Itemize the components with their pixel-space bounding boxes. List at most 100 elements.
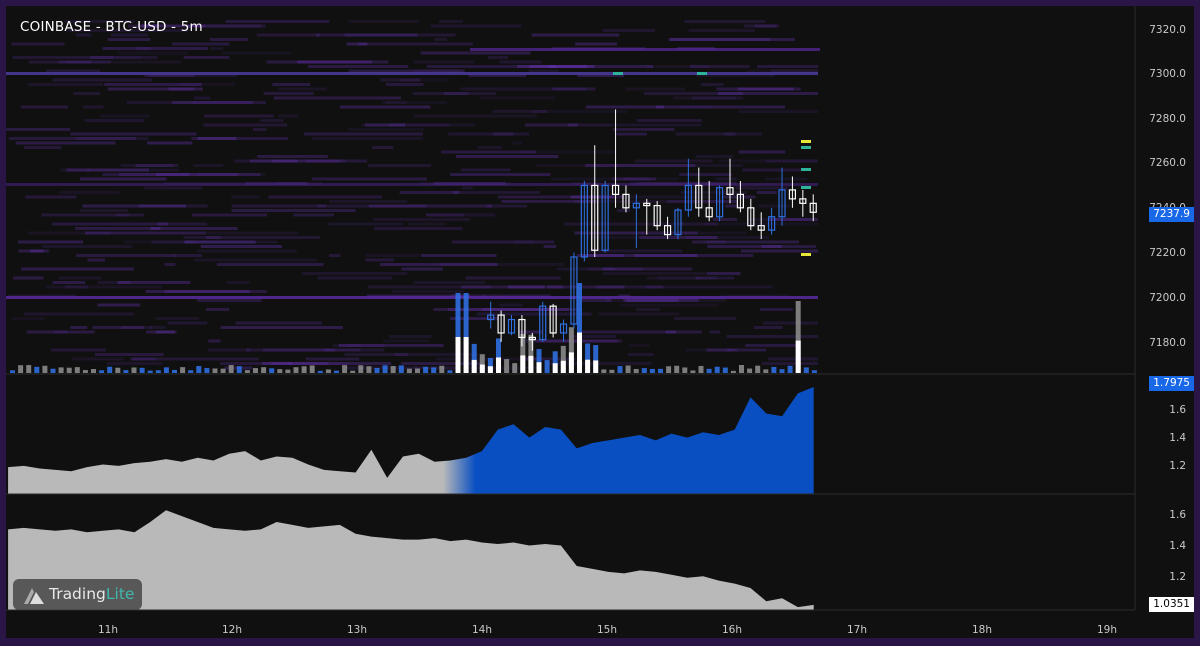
heat-cell xyxy=(205,231,299,235)
heat-cell xyxy=(487,56,509,59)
volume-bar xyxy=(74,367,80,373)
ind1-tick: 1.2 xyxy=(1169,460,1186,472)
heat-cell xyxy=(305,357,360,361)
heat-cell xyxy=(389,123,450,127)
heat-cell xyxy=(79,209,129,212)
heat-cell xyxy=(207,348,251,352)
heat-cell xyxy=(367,285,492,289)
volume-bar xyxy=(285,369,291,373)
volume-bar xyxy=(722,367,728,373)
heat-cell xyxy=(426,65,556,68)
volume-bar xyxy=(382,365,388,373)
heat-cell xyxy=(552,87,596,91)
heat-cell xyxy=(646,285,773,289)
heat-cell xyxy=(706,272,741,275)
heat-cell xyxy=(507,285,545,289)
volume-bar-white xyxy=(471,359,477,373)
heat-cell xyxy=(144,186,203,190)
heat-cell xyxy=(231,204,327,208)
volume-bar xyxy=(334,370,339,373)
heat-cell xyxy=(107,38,151,41)
heat-cell xyxy=(23,312,134,316)
heat-cell xyxy=(70,132,197,136)
volume-bar xyxy=(439,365,445,373)
heat-cell xyxy=(616,132,647,136)
volume-bar xyxy=(706,368,712,373)
volume-bar xyxy=(390,366,396,373)
volume-bar xyxy=(123,370,129,373)
heat-cell xyxy=(82,105,104,109)
price-tick: 7280.0 xyxy=(1149,113,1186,125)
heat-cell xyxy=(373,218,471,221)
volume-bar xyxy=(82,370,88,373)
heat-cell xyxy=(203,123,288,127)
heat-cell xyxy=(348,20,419,23)
heat-cell xyxy=(438,20,463,23)
volume-bar xyxy=(633,368,639,373)
heat-cell xyxy=(84,231,206,235)
heat-cell xyxy=(769,218,818,221)
heat-cell xyxy=(450,173,551,176)
heat-cell xyxy=(575,42,618,46)
heat-cell xyxy=(272,159,368,163)
time-tick: 16h xyxy=(721,624,743,636)
heat-cell xyxy=(380,263,498,266)
heat-cell xyxy=(740,249,818,253)
volume-bar xyxy=(50,368,56,373)
volume-bar xyxy=(269,368,275,373)
heat-cell xyxy=(102,47,208,50)
heat-cell xyxy=(107,362,163,365)
heat-cell xyxy=(278,114,299,118)
heat-cell xyxy=(344,353,409,356)
heat-cell xyxy=(58,276,102,280)
liquidity-marker xyxy=(801,140,811,143)
heat-cell xyxy=(95,353,164,356)
heat-cell xyxy=(655,105,786,109)
volume-bar xyxy=(698,365,704,373)
chart-canvas[interactable] xyxy=(0,0,1200,646)
price-tick: 7300.0 xyxy=(1149,68,1186,80)
heat-cell xyxy=(221,51,291,55)
heat-cell xyxy=(327,222,403,226)
heat-cell xyxy=(50,348,106,352)
heat-cell xyxy=(76,254,176,257)
heat-cell xyxy=(743,24,777,28)
volume-bar xyxy=(301,366,307,373)
volume-bar xyxy=(609,369,615,373)
heat-cell xyxy=(670,38,770,41)
heat-cell xyxy=(742,168,801,172)
orderbook-heatmap xyxy=(6,20,820,370)
heat-cell xyxy=(193,164,224,167)
volume-bar xyxy=(674,365,680,373)
heat-cell xyxy=(235,321,322,325)
ind2-tick: 1.2 xyxy=(1169,571,1186,583)
heat-cell xyxy=(100,114,150,118)
heat-cell xyxy=(401,362,482,365)
volume-bar-white xyxy=(560,360,566,373)
volume-bar-white xyxy=(568,352,574,373)
volume-bar xyxy=(406,368,412,373)
heat-cell xyxy=(348,128,425,131)
heat-cell xyxy=(97,303,140,307)
heat-cell xyxy=(204,114,274,118)
heat-cell xyxy=(13,276,44,280)
time-tick: 12h xyxy=(221,624,243,636)
heat-cell xyxy=(28,83,103,86)
liquidity-marker xyxy=(801,253,811,256)
heat-cell xyxy=(679,173,732,176)
heat-cell xyxy=(52,281,86,284)
volume-bar xyxy=(34,366,40,373)
volume-bar-white xyxy=(463,337,469,373)
heat-cell xyxy=(358,42,473,46)
volume-bar xyxy=(649,368,655,373)
volume-bar xyxy=(139,367,145,373)
volume-bar xyxy=(163,367,169,373)
heat-cell xyxy=(257,155,328,158)
ind1-tick: 1.6 xyxy=(1169,404,1186,416)
area-fill xyxy=(8,387,814,494)
heat-cell xyxy=(317,276,393,280)
volume-bar xyxy=(811,370,817,373)
heat-cell xyxy=(388,335,432,338)
heat-cell xyxy=(620,303,719,307)
heat-cell xyxy=(293,213,334,217)
